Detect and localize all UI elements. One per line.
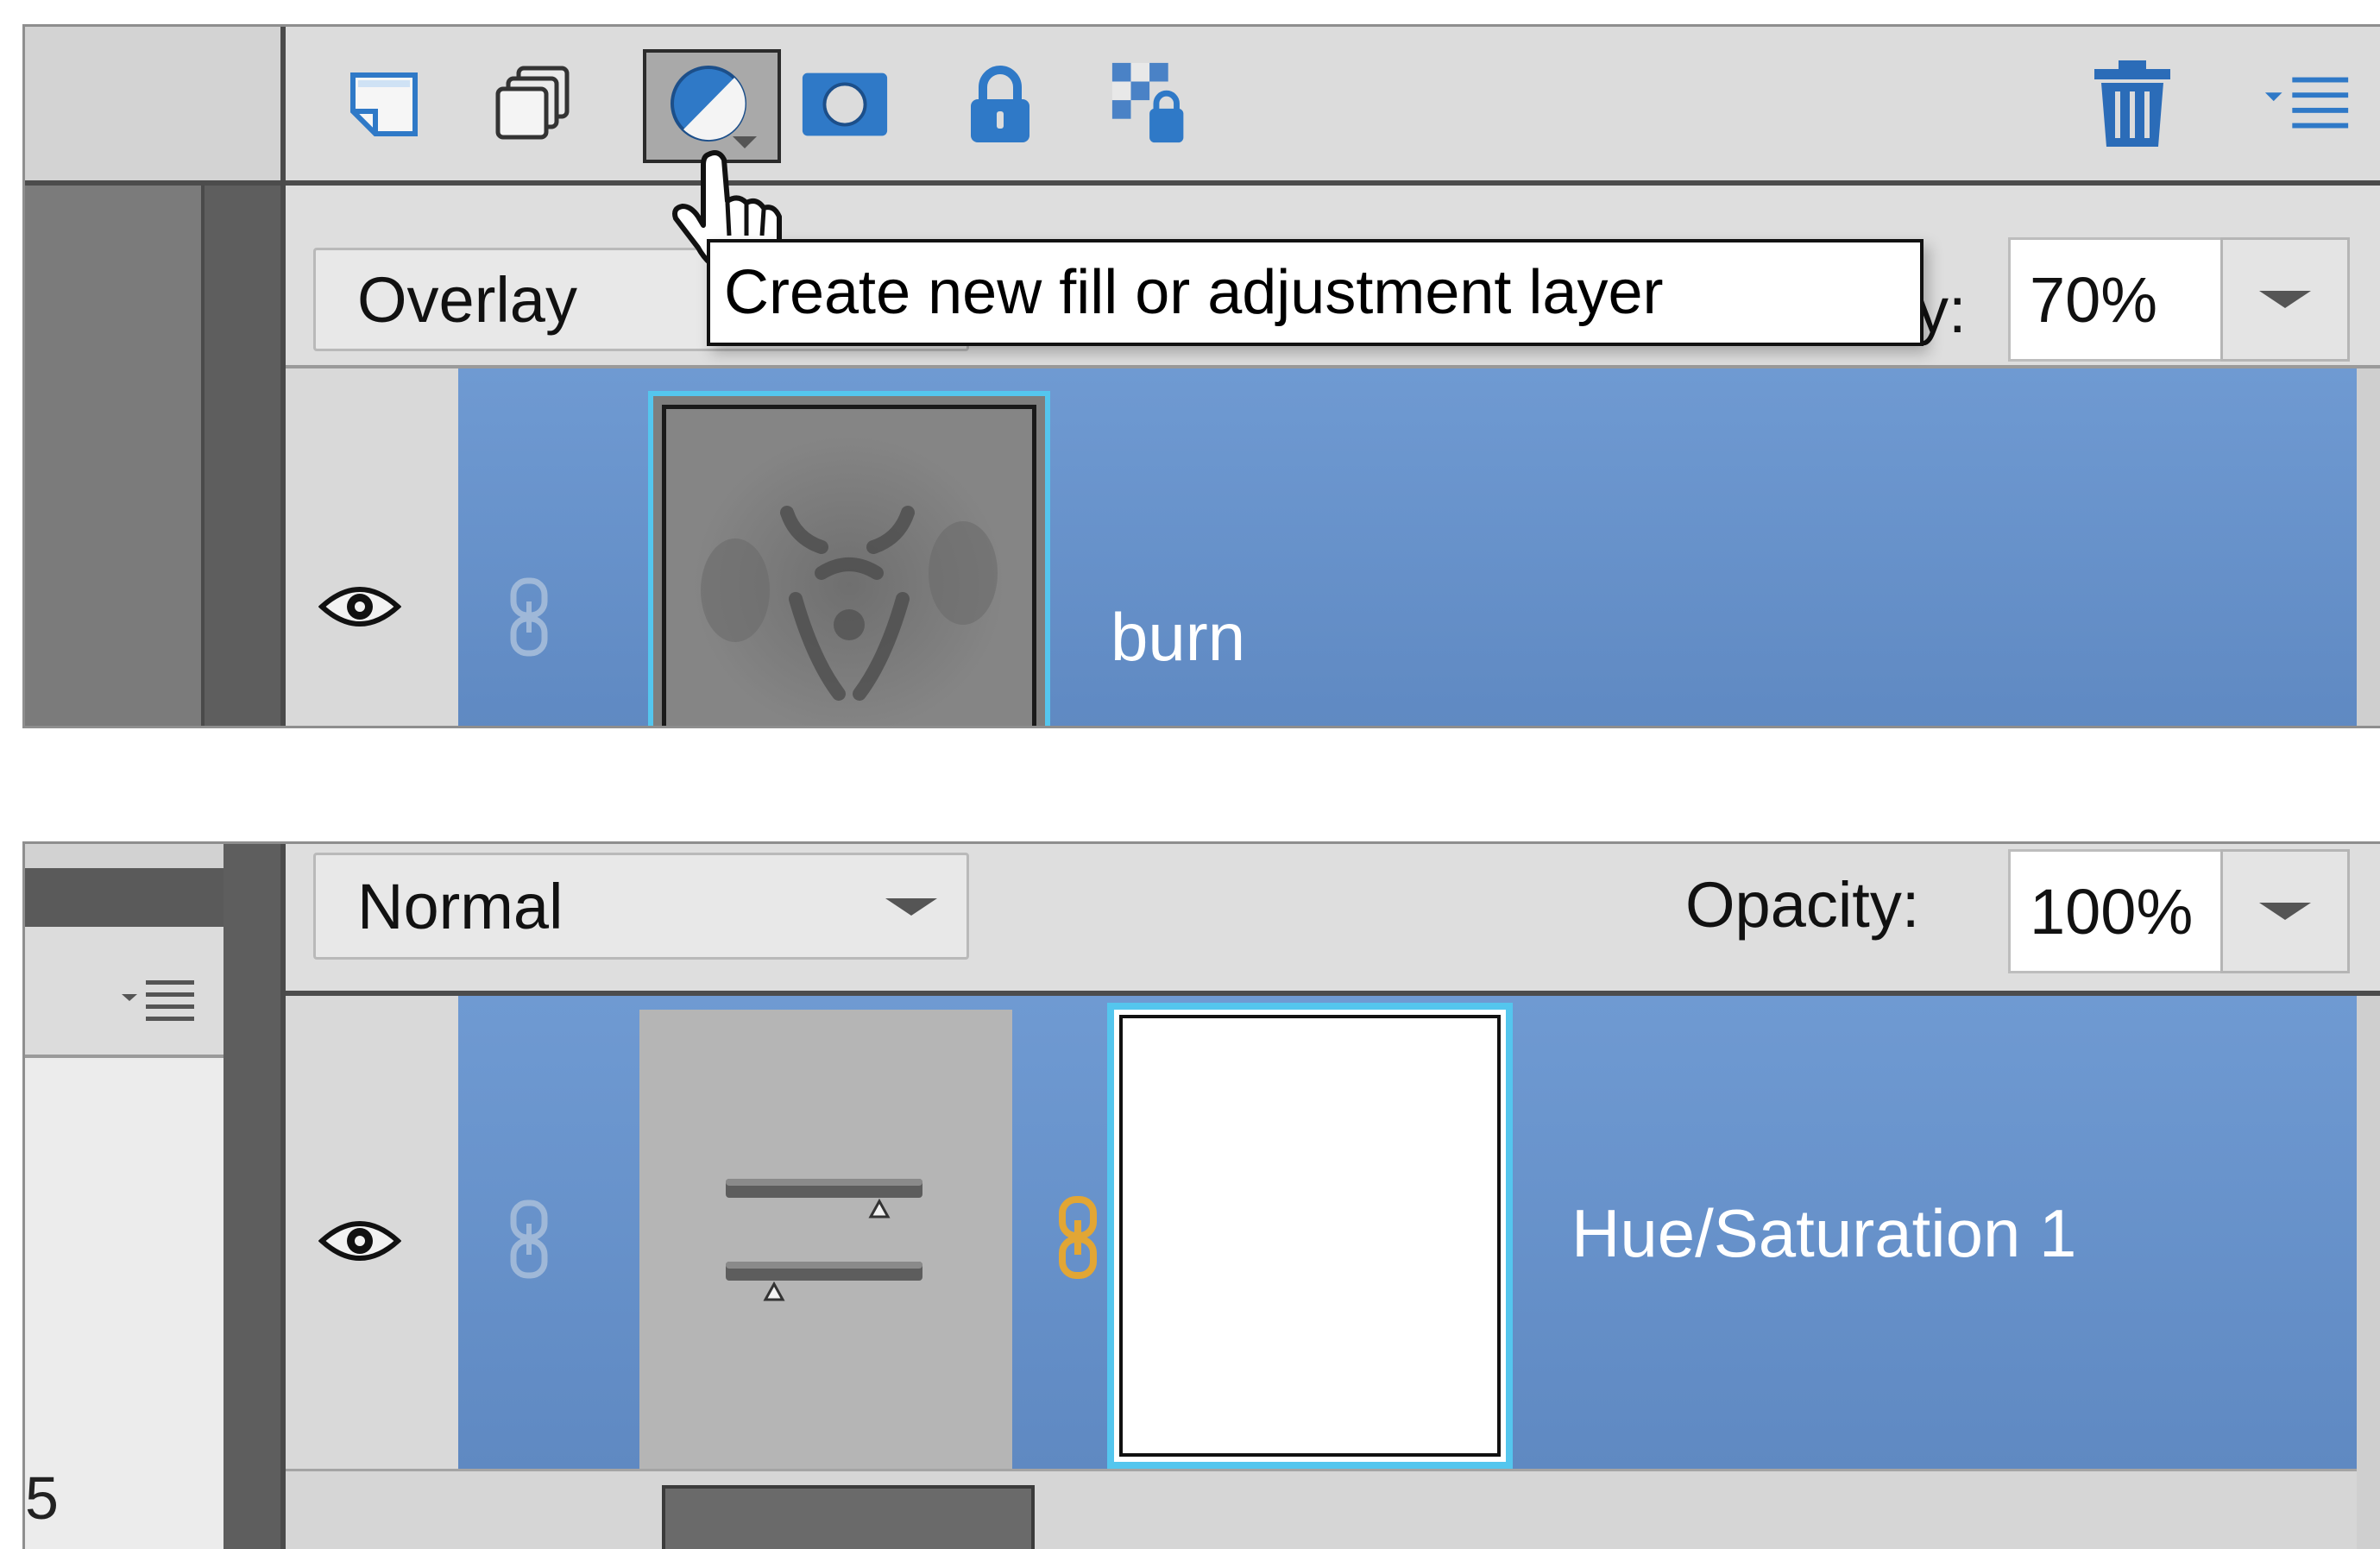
eye-icon xyxy=(318,1221,402,1261)
left-fragment-text: 5 xyxy=(25,1464,59,1532)
left-dark-strip-bottom xyxy=(224,844,284,1549)
panel-scroll-gutter[interactable] xyxy=(2357,996,2380,1549)
left-subpanel-body: 5 xyxy=(25,1058,224,1549)
mask-link-toggle[interactable] xyxy=(1052,1194,1104,1285)
opacity-value: 100% xyxy=(2030,875,2194,948)
panel-left-header xyxy=(25,27,284,182)
blend-mode-value: Normal xyxy=(357,870,564,942)
next-layer-thumbnail xyxy=(662,1485,1035,1549)
layer-mask-thumbnail[interactable] xyxy=(1107,1003,1513,1469)
adjustment-thumbnail xyxy=(639,1010,1012,1469)
lock-transparent-icon xyxy=(1111,62,1184,143)
chevron-down-icon xyxy=(885,898,937,916)
layer-visibility-toggle[interactable] xyxy=(318,579,402,639)
blend-mode-dropdown[interactable]: Normal xyxy=(313,853,969,960)
layer-visibility-toggle[interactable] xyxy=(318,1213,402,1273)
trash-icon xyxy=(2094,60,2170,147)
chain-link-icon xyxy=(1059,1196,1097,1279)
left-subpanel-header xyxy=(25,927,224,1055)
opacity-input[interactable]: 100% xyxy=(2008,849,2224,973)
adjustment-layer-icon xyxy=(671,66,757,148)
layers-panel-top: Overlay y: 70% burn Create new fill or a… xyxy=(22,24,2380,728)
layer-name-burn[interactable]: burn xyxy=(1111,598,1245,677)
opacity-dropdown-button[interactable] xyxy=(2220,237,2350,362)
opacity-dropdown-button[interactable] xyxy=(2220,849,2350,973)
left-inner-divider xyxy=(201,186,205,726)
opacity-label-fragment: y: xyxy=(1917,274,1967,346)
new-layer-button[interactable] xyxy=(337,58,431,151)
visibility-column xyxy=(286,368,458,726)
new-group-button[interactable] xyxy=(486,58,579,151)
eye-icon xyxy=(318,587,402,627)
layer-row-burn[interactable]: burn xyxy=(458,368,2357,726)
left-dark-strip xyxy=(25,186,203,726)
opacity-value: 70% xyxy=(2030,263,2158,336)
new-layer-icon xyxy=(350,72,418,136)
layer-thumbnail-burn xyxy=(648,391,1050,726)
chevron-down-icon xyxy=(2259,903,2311,920)
lock-all-button[interactable] xyxy=(954,58,1047,151)
opacity-input[interactable]: 70% xyxy=(2008,237,2224,362)
layers-toolbar xyxy=(286,27,2380,182)
layer-options-bar-bottom: Normal Opacity: 100% xyxy=(286,844,2380,992)
link-icon xyxy=(510,1200,548,1279)
tooltip-create-adjustment-layer: Create new fill or adjustment layer xyxy=(707,239,1924,346)
layer-link-toggle[interactable] xyxy=(503,1198,555,1285)
layer-row-hue-saturation[interactable]: Hue/Saturation 1 xyxy=(458,996,2357,1469)
mask-image xyxy=(1119,1015,1501,1457)
left-dark-tab xyxy=(25,868,224,927)
chevron-down-icon xyxy=(2259,291,2311,308)
panel-menu-button[interactable] xyxy=(2262,58,2355,151)
tooltip-text: Create new fill or adjustment layer xyxy=(724,258,1664,327)
layers-panel-bottom: 5 Normal Opacity: 100% Hue/Saturation 1 xyxy=(22,841,2380,1549)
thumbnail-image xyxy=(662,405,1036,726)
layer-link-toggle[interactable] xyxy=(503,576,555,663)
hue-saturation-icon xyxy=(726,1179,922,1301)
add-layer-mask-button[interactable] xyxy=(798,58,891,151)
layer-row-next[interactable] xyxy=(286,1469,2357,1549)
layer-name-hue-saturation[interactable]: Hue/Saturation 1 xyxy=(1571,1194,2076,1273)
burn-thumbnail-art xyxy=(701,506,998,701)
delete-layer-button[interactable] xyxy=(2086,58,2179,151)
lock-all-icon xyxy=(971,66,1029,142)
link-icon xyxy=(510,577,548,657)
new-group-icon xyxy=(495,66,570,140)
left-darker-strip xyxy=(203,186,284,726)
left-panel-menu-button[interactable] xyxy=(120,975,198,1031)
blend-mode-value: Overlay xyxy=(357,263,577,336)
lock-transparent-button[interactable] xyxy=(1107,58,1200,151)
panel-menu-icon xyxy=(122,980,194,1021)
layer-mask-icon xyxy=(802,72,888,136)
panel-scroll-gutter[interactable] xyxy=(2357,368,2380,726)
panel-menu-icon xyxy=(2264,77,2349,129)
opacity-label: Opacity: xyxy=(1685,869,1920,941)
